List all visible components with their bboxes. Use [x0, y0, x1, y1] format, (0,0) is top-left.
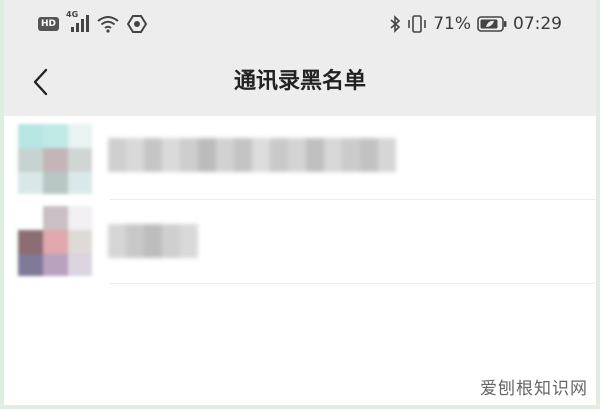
list-divider	[110, 283, 596, 284]
back-button[interactable]	[20, 62, 60, 102]
blocked-contact-item[interactable]	[4, 116, 596, 198]
frame-bottom-border	[0, 405, 600, 409]
chevron-left-icon	[32, 68, 48, 96]
blurred-contact-name	[108, 138, 396, 172]
shield-icon	[127, 14, 148, 34]
bluetooth-icon	[389, 15, 401, 33]
clock-time: 07:29	[513, 14, 562, 34]
hd-badge: HD	[38, 17, 60, 31]
blocked-contacts-list	[4, 116, 596, 405]
status-bar-left: HD 4G	[38, 10, 148, 36]
wifi-icon	[97, 15, 119, 33]
network-type-label: 4G	[66, 10, 79, 19]
signal-icon: 4G	[66, 10, 90, 33]
page-title: 通讯录黑名单	[233, 69, 366, 94]
status-bar: HD 4G 71% 07:29	[4, 0, 596, 48]
battery-icon	[477, 16, 507, 32]
watermark-text: 爱刨根知识网	[480, 379, 588, 399]
nav-header: 通讯录黑名单	[4, 48, 596, 116]
blurred-contact-name	[108, 224, 198, 258]
avatar	[18, 124, 92, 194]
vibrate-icon	[407, 15, 427, 33]
blocked-contact-item[interactable]	[4, 200, 596, 282]
frame-right-border	[596, 0, 600, 409]
status-bar-right: 71% 07:29	[389, 12, 562, 36]
avatar	[18, 206, 92, 276]
battery-percent: 71%	[433, 14, 471, 34]
